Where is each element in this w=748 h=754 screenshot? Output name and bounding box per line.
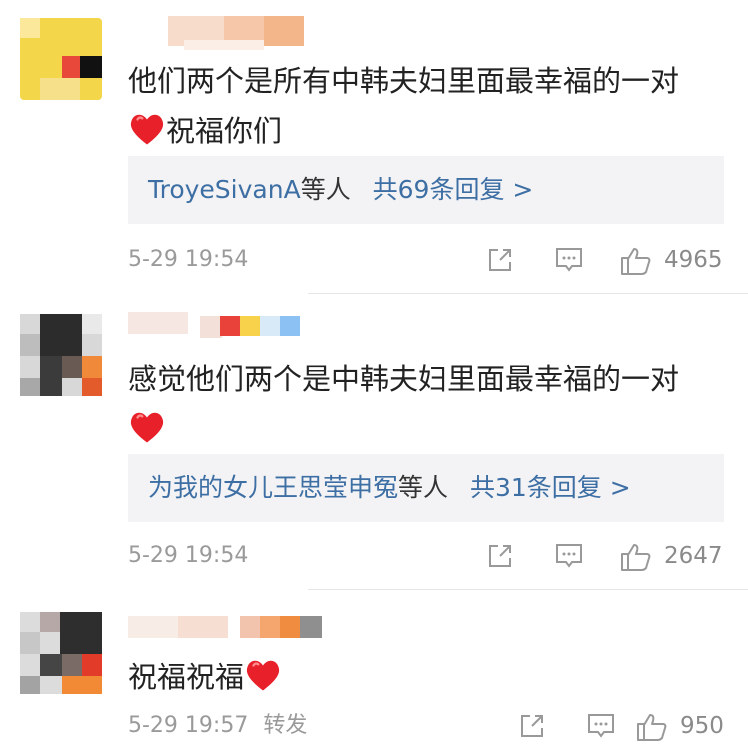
like-count: 2647 [664, 543, 723, 569]
reply-count-link[interactable]: 共31条回复 > [470, 473, 631, 502]
share-icon [489, 249, 511, 271]
comment-icon [556, 544, 582, 568]
divider [308, 293, 748, 294]
like-button[interactable]: 950 [636, 708, 736, 744]
like-icon [621, 248, 651, 275]
share-button[interactable] [518, 708, 548, 744]
share-icon [489, 545, 511, 567]
divider [308, 589, 748, 590]
share-icon [521, 715, 543, 737]
comment-3: 祝福祝福 5-29 19:57 转发 950 [0, 596, 748, 754]
comment-1: 他们两个是所有中韩夫妇里面最幸福的一对 祝福你们 TroyeSivanA等人 共… [0, 0, 748, 300]
timestamp: 5-29 19:54 [128, 247, 249, 272]
like-button[interactable]: 4965 [620, 242, 730, 278]
like-button[interactable]: 2647 [620, 538, 730, 574]
comment-2: 感觉他们两个是中韩夫妇里面最幸福的一对 为我的女儿王思莹申冤等人 共31条回复 … [0, 300, 748, 596]
timestamp: 5-29 19:57 转发 [128, 713, 308, 738]
timestamp: 5-29 19:54 [128, 543, 249, 568]
like-icon [621, 544, 651, 571]
forward-link[interactable]: 转发 [263, 713, 307, 738]
reply-count-link[interactable]: 共69条回复 > [373, 175, 534, 204]
comment-text: 祝福祝福 [128, 652, 728, 702]
avatar[interactable] [20, 612, 102, 694]
comment-icon [588, 714, 614, 738]
reply-preview[interactable]: TroyeSivanA等人 共69条回复 > [128, 156, 724, 224]
comment-button[interactable] [554, 242, 584, 278]
like-icon [637, 714, 667, 741]
comment-button[interactable] [554, 538, 584, 574]
avatar[interactable] [20, 314, 102, 396]
like-count: 950 [680, 713, 724, 739]
share-button[interactable] [486, 242, 516, 278]
comment-text: 他们两个是所有中韩夫妇里面最幸福的一对 祝福你们 [128, 64, 680, 148]
comment-icon [556, 248, 582, 272]
reply-preview[interactable]: 为我的女儿王思莹申冤等人 共31条回复 > [128, 454, 724, 522]
heart-emoji-icon [130, 412, 164, 443]
heart-emoji-icon [130, 114, 164, 145]
comment-text: 感觉他们两个是中韩夫妇里面最幸福的一对 [128, 354, 728, 454]
like-count: 4965 [664, 247, 723, 273]
comment-button[interactable] [586, 708, 616, 744]
heart-emoji-icon [246, 660, 280, 691]
avatar[interactable] [20, 18, 102, 100]
share-button[interactable] [486, 538, 516, 574]
reply-user-link[interactable]: TroyeSivanA [148, 175, 301, 204]
reply-user-link[interactable]: 为我的女儿王思莹申冤 [148, 473, 398, 502]
